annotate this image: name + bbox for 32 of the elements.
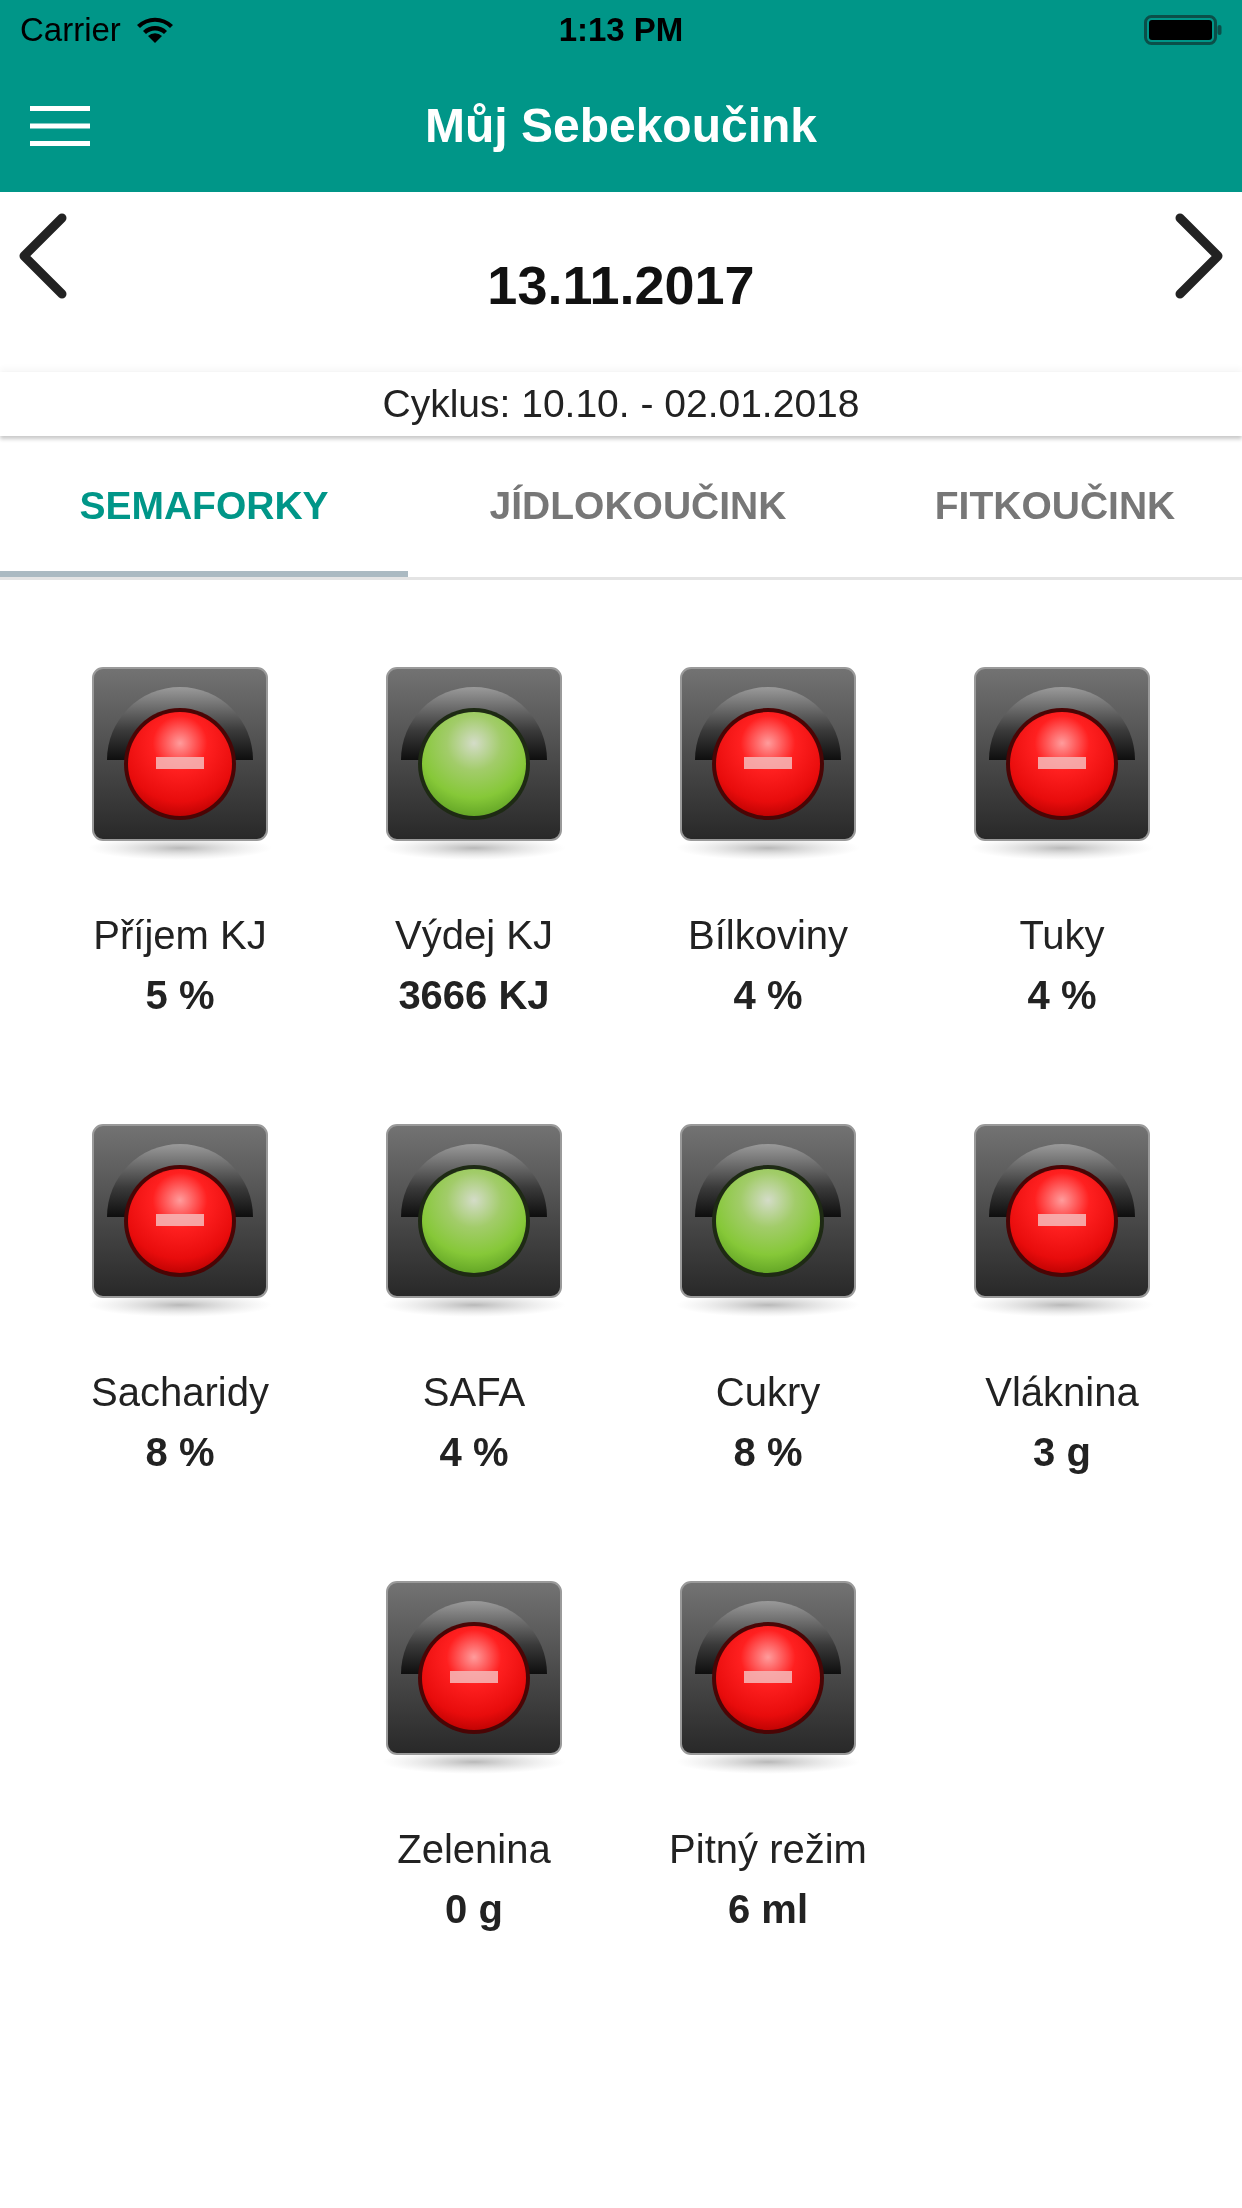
cycle-label: Cyklus: 10.10. - 02.01.2018 [382, 380, 860, 427]
app-title: Můj Sebekoučink [424, 98, 818, 154]
carrier-label: Carrier [20, 10, 121, 51]
clock-label: 1:13 PM [558, 10, 684, 51]
chevron-right-icon [1175, 213, 1225, 299]
menu-icon [30, 106, 90, 146]
indicator-label: Vláknina [985, 1369, 1139, 1416]
tab[interactable]: FITKOUČINK [868, 436, 1242, 577]
indicator-value: 0 g [445, 1886, 503, 1933]
date-title: 13.11.2017 [487, 253, 755, 317]
tab[interactable]: JÍDLOKOUČINK [408, 436, 868, 577]
indicator-label: Tuky [1019, 912, 1105, 959]
indicator-label: Příjem KJ [93, 912, 267, 959]
indicator-label: Pitný režim [669, 1826, 867, 1873]
indicator-label: Cukry [715, 1369, 821, 1416]
indicator-label: Sacharidy [91, 1369, 269, 1416]
indicator-value: 4 % [733, 972, 803, 1019]
indicator-value: 6 ml [727, 1886, 808, 1933]
battery-icon [1144, 15, 1222, 45]
indicator-value: 3 g [1033, 1429, 1091, 1476]
indicator-label: Výdej KJ [395, 912, 553, 959]
indicator-value: 8 % [733, 1429, 803, 1476]
indicator-label: Zelenina [397, 1826, 551, 1873]
tab[interactable]: SEMAFORKY [0, 436, 408, 577]
indicator-value: 4 % [1027, 972, 1097, 1019]
chevron-left-icon [17, 213, 67, 299]
indicator-value: 8 % [145, 1429, 215, 1476]
indicator-value: 3666 KJ [398, 972, 550, 1019]
indicator-label: Bílkoviny [687, 912, 849, 959]
indicator-value: 5 % [145, 972, 215, 1019]
indicator-value: 4 % [439, 1429, 509, 1476]
indicator-label: SAFA [422, 1369, 526, 1416]
